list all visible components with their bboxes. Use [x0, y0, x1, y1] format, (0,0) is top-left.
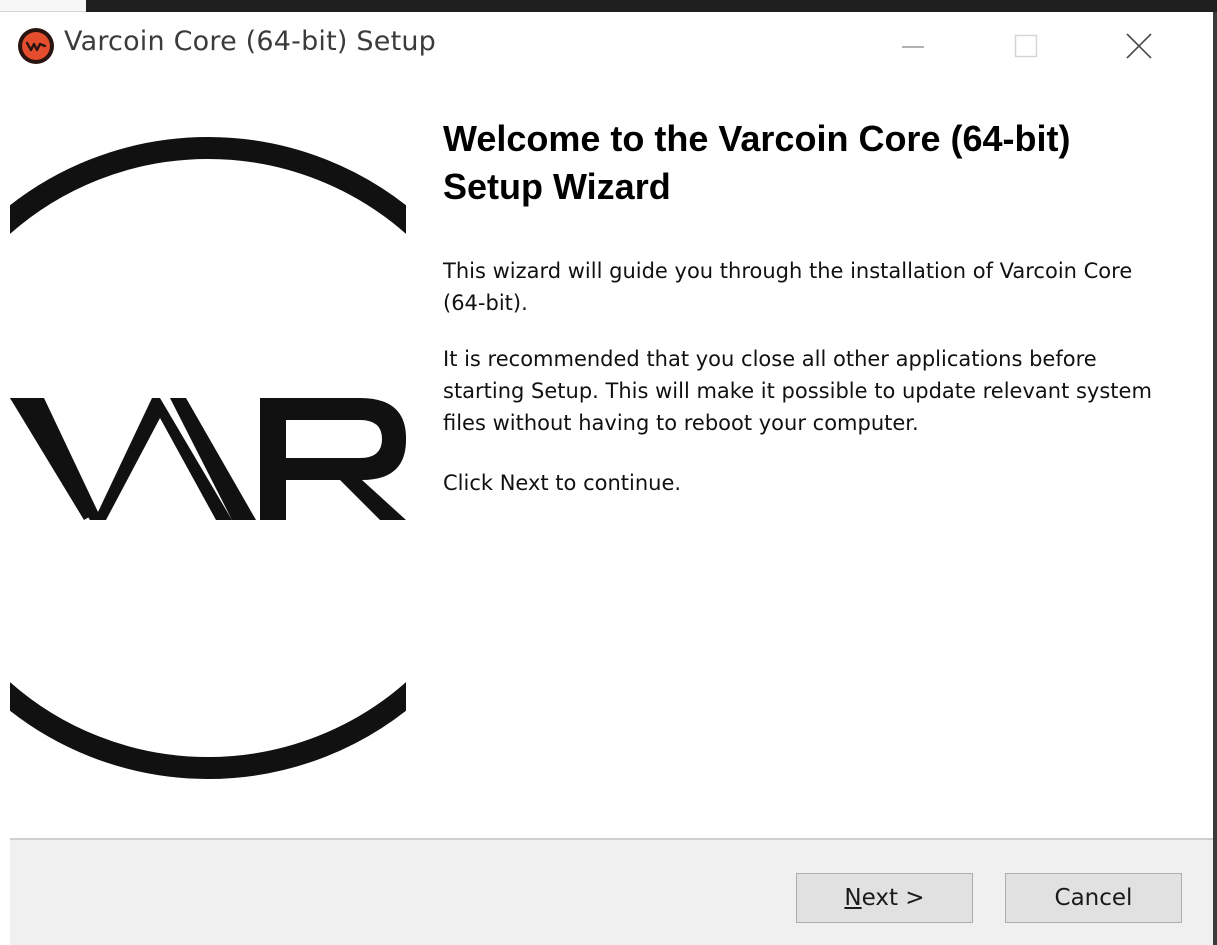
- app-icon-inner: [22, 32, 50, 60]
- next-button[interactable]: Next >: [796, 873, 973, 923]
- wizard-heading: Welcome to the Varcoin Core (64-bit) Set…: [443, 118, 1071, 207]
- setup-window: Varcoin Core (64-bit) Setup Welcome to t…: [0, 0, 1217, 945]
- next-button-mnemonic: N: [844, 885, 862, 911]
- maximize-button[interactable]: [969, 12, 1082, 80]
- recommendation-paragraph: It is recommended that you close all oth…: [443, 347, 1152, 435]
- title-bar[interactable]: Varcoin Core (64-bit) Setup: [0, 12, 1213, 88]
- cancel-button[interactable]: Cancel: [1005, 873, 1182, 923]
- window-right-border: [1213, 12, 1217, 945]
- background-window-edge: [0, 0, 86, 12]
- window-controls: [856, 12, 1195, 80]
- close-icon: [1125, 33, 1152, 59]
- minimize-icon: [901, 46, 924, 48]
- wizard-content: Welcome to the Varcoin Core (64-bit) Set…: [443, 115, 1183, 499]
- window-top-border: [86, 0, 1217, 12]
- intro-paragraph: This wizard will guide you through the i…: [443, 259, 1133, 315]
- wizard-banner: [10, 88, 406, 840]
- window-title: Varcoin Core (64-bit) Setup: [64, 26, 437, 57]
- varcoin-app-icon[interactable]: [18, 28, 54, 64]
- maximize-icon: [1014, 34, 1037, 58]
- next-button-label: ext >: [861, 885, 925, 911]
- close-button[interactable]: [1082, 12, 1195, 80]
- continue-instruction: Click Next to continue.: [443, 471, 682, 495]
- minimize-button[interactable]: [856, 12, 969, 80]
- app-icon-wave-glyph: [26, 41, 46, 52]
- varcoin-logo: [10, 137, 406, 779]
- wizard-footer: Next > Cancel: [10, 840, 1213, 945]
